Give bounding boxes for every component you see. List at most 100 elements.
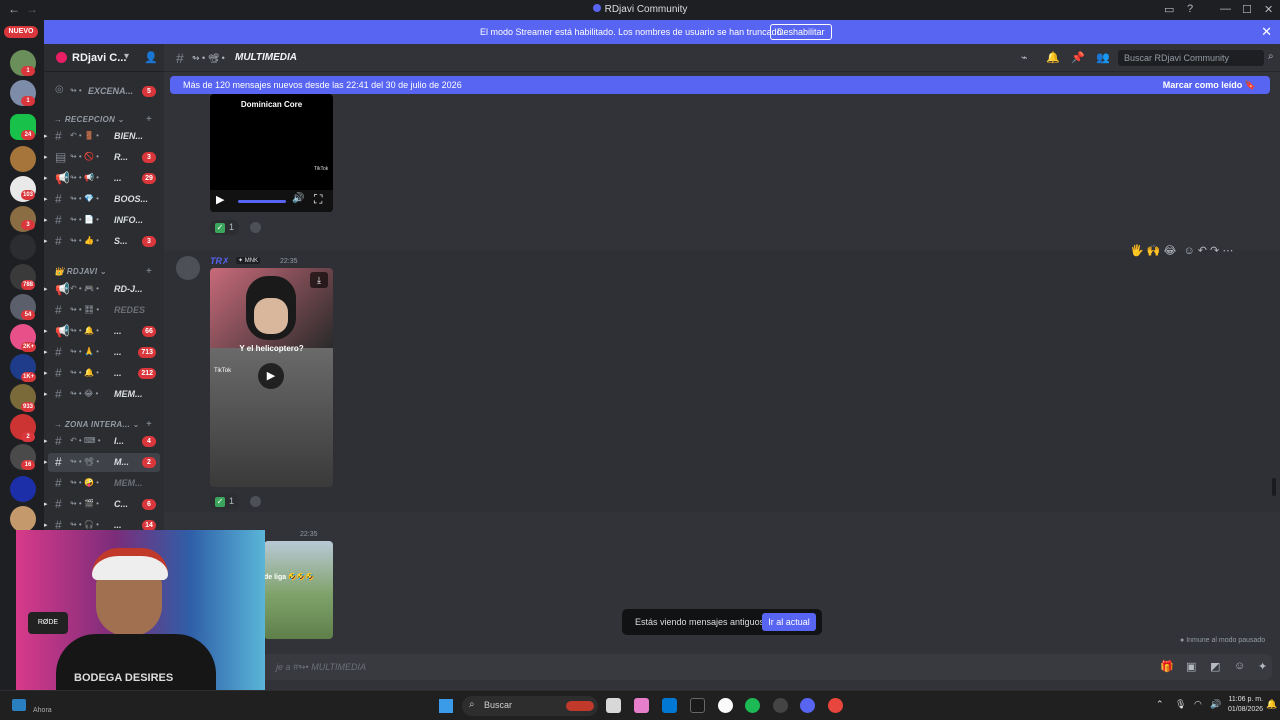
threads-icon[interactable]: ⌁ — [1021, 51, 1028, 64]
video-player[interactable]: Y el helicoptero? TikTok ▶ ⤓ — [210, 268, 333, 487]
add-channel-icon[interactable]: + — [146, 114, 152, 125]
sidebar-channel[interactable]: ▸ ▤ ↬ • 🚫 • R... 3 — [44, 148, 160, 167]
spotify-icon[interactable] — [745, 698, 760, 713]
server-icon[interactable] — [10, 146, 36, 172]
sidebar-channel-multimedia[interactable]: ▸ # ↬ • 📽 • M... 2 — [44, 453, 160, 472]
channel-label: ... — [114, 368, 122, 378]
video-player[interactable]: Dominican Core TikTok ▶ 🔊 ⛶ — [210, 94, 333, 212]
avatar[interactable] — [176, 256, 200, 280]
video-player[interactable]: de liga 🤣🤣🤣 — [264, 541, 333, 639]
fullscreen-icon[interactable]: ⛶ — [314, 192, 322, 207]
app-icon[interactable] — [773, 698, 788, 713]
more-icon[interactable]: ⋯ — [1222, 245, 1233, 257]
reply-icon[interactable]: ↶ — [1198, 245, 1207, 257]
reaction-laugh-icon[interactable]: 😂 — [1164, 245, 1177, 257]
search-icon[interactable]: ⌕ — [1268, 51, 1274, 62]
taskbar-search[interactable]: ⌕ Buscar — [462, 696, 598, 716]
reaction-fire-icon[interactable]: 🖐 — [1130, 245, 1144, 257]
maximize-button[interactable]: ☐ — [1242, 3, 1252, 16]
sidebar-channel[interactable]: ▸ 📢 ↬ • 🔔 •... 66 — [44, 322, 160, 341]
server-icon[interactable] — [10, 506, 36, 532]
add-channel-icon[interactable]: + — [146, 266, 152, 277]
reaction-check[interactable]: ✓ 1 — [210, 494, 240, 509]
tray-chevron-icon[interactable]: ⌃ — [1156, 699, 1164, 710]
help-icon[interactable]: ? — [1187, 3, 1193, 15]
volume-icon[interactable]: 🔊 — [1210, 699, 1221, 710]
microphone: RØDE — [28, 612, 68, 634]
sidebar-channel[interactable]: ▸ # ↶ • 🚪 • BIEN... — [44, 127, 160, 146]
close-icon[interactable]: ✕ — [1261, 24, 1272, 40]
taskbar-clock[interactable]: 11:06 p. m. 01/08/2026 — [1228, 695, 1263, 715]
sidebar-channel[interactable]: ▸ 📢 ↬ • 📢 •... 29 — [44, 169, 160, 188]
message-input[interactable]: je a #↬• MULTIMEDIA 🎁 ▣ ◩ ☺ ✦ — [172, 654, 1272, 680]
discord-icon[interactable] — [800, 698, 815, 713]
emoji-icon[interactable]: ☺ — [1234, 660, 1245, 672]
volume-icon[interactable]: 🔊 — [292, 193, 304, 204]
gift-icon[interactable]: 🎁 — [1160, 660, 1174, 673]
download-icon[interactable]: ⤓ — [310, 272, 328, 288]
search-input[interactable]: Buscar RDjavi Community — [1118, 50, 1264, 66]
inbox-icon[interactable]: ▭ — [1164, 3, 1174, 16]
category-zona-interactiva[interactable]: → ZONA INTERA... ⌄ + — [54, 419, 152, 430]
wifi-icon[interactable]: ◠ — [1194, 699, 1202, 710]
message-author[interactable]: TR✗ — [210, 256, 230, 267]
play-icon[interactable]: ▶ — [216, 193, 224, 206]
sidebar-channel[interactable]: ▸ # ↬ • 💎 • BOOS... — [44, 190, 160, 209]
app-icon[interactable] — [718, 698, 733, 713]
add-channel-icon[interactable]: + — [146, 419, 152, 430]
chrome-icon[interactable] — [828, 698, 843, 713]
copilot-icon[interactable] — [634, 698, 649, 713]
scrollbar[interactable] — [1272, 478, 1276, 496]
unread-badge: 4 — [142, 436, 156, 447]
sidebar-channel[interactable]: ▸ # ↬ • 😂 • MEM... — [44, 385, 160, 404]
sidebar-channel[interactable]: # ↬ • 🎛 • REDES — [48, 301, 160, 320]
pin-icon[interactable]: 📌 — [1071, 51, 1085, 64]
sidebar-channel[interactable]: ▸ # ↬ • 📄 • INFO... — [44, 211, 160, 230]
add-reaction-icon[interactable]: ☺ — [1183, 245, 1194, 257]
reaction-check[interactable]: ✓ 1 — [210, 220, 240, 235]
sidebar-channel[interactable]: ▸ # ↬ • 🙏 •... 713 — [44, 343, 160, 362]
notifications-icon[interactable]: 🔔 — [1266, 699, 1277, 710]
close-button[interactable]: ✕ — [1264, 3, 1273, 16]
terminal-icon[interactable] — [690, 698, 705, 713]
apps-icon[interactable]: ✦ — [1258, 660, 1267, 673]
server-icon[interactable] — [10, 234, 36, 260]
streamer-mode-message: El modo Streamer está habilitado. Los no… — [480, 27, 785, 37]
minimize-button[interactable]: — — [1220, 3, 1231, 15]
sidebar-channel[interactable]: ▸ # ↬ • 👍 • S... 3 — [44, 232, 160, 251]
video-progress-bar[interactable] — [238, 200, 286, 203]
forward-icon[interactable]: ↷ — [1210, 245, 1219, 257]
server-icon[interactable] — [10, 476, 36, 502]
category-recepcion[interactable]: → RECEPCION ⌄ + — [54, 114, 152, 125]
sidebar-channel[interactable]: # ↬ • 🤪 • MEM... — [48, 474, 160, 493]
play-button[interactable]: ▶ — [258, 363, 284, 389]
add-reaction-icon[interactable] — [250, 222, 261, 233]
chevron-down-icon[interactable]: ▾ — [124, 51, 129, 62]
sidebar-channel[interactable]: ▸ # ↬ • 🎬 • C... 6 — [44, 495, 160, 514]
sticker-icon[interactable]: ◩ — [1210, 660, 1220, 673]
sidebar-channel[interactable]: ▸ 📢 ↶ • 🎮 • RD-J... — [44, 280, 160, 299]
disable-streamer-button[interactable]: Deshabilitar — [770, 24, 832, 40]
task-view-icon[interactable] — [606, 698, 621, 713]
category-rdjavi[interactable]: 👑 RDJAVI ⌄ + — [54, 266, 152, 277]
hash-icon: # — [55, 345, 62, 359]
add-reaction-icon[interactable] — [250, 496, 261, 507]
widgets-icon[interactable] — [12, 699, 26, 711]
hash-icon: # — [55, 455, 62, 469]
gif-icon[interactable]: ▣ — [1186, 660, 1196, 673]
store-icon[interactable] — [662, 698, 677, 713]
invite-icon[interactable]: 👤 — [144, 51, 158, 64]
jump-to-present-button[interactable]: Ir al actual — [762, 613, 816, 631]
new-messages-bar[interactable]: Más de 120 mensajes nuevos desde las 22:… — [170, 76, 1270, 94]
sidebar-channel[interactable]: ▸ # ↶ • ⌨ • I... 4 — [44, 432, 160, 451]
mark-as-read-button[interactable]: Marcar como leído 🔖 — [1163, 80, 1256, 91]
server-header[interactable]: RDjavi C... ▾ 👤 — [44, 44, 164, 72]
start-icon[interactable] — [439, 699, 453, 713]
sidebar-channel-excena[interactable]: ◎ ↬ • EXCENA... 5 — [48, 82, 160, 101]
bell-icon[interactable]: 🔔 — [1046, 51, 1060, 64]
channel-emoji-icon: ↬ • 👍 • — [70, 236, 99, 245]
mic-icon[interactable]: 🎙 — [1175, 699, 1186, 710]
members-icon[interactable]: 👥 — [1096, 51, 1110, 64]
sidebar-channel[interactable]: ▸ # ↬ • 🔔 •... 212 — [44, 364, 160, 383]
reaction-hands-icon[interactable]: 🙌 — [1147, 245, 1161, 257]
